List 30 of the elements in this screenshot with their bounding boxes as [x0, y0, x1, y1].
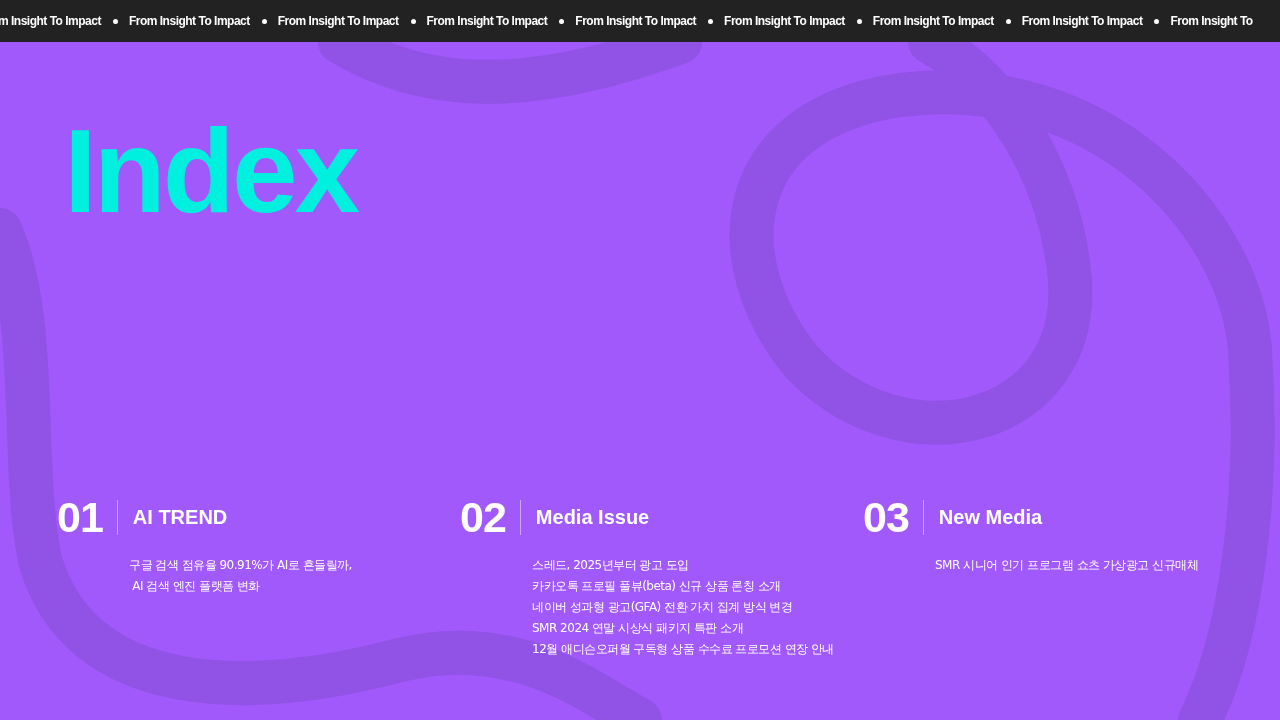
- separator-dot-icon: [112, 18, 118, 24]
- section-number: 03: [863, 495, 909, 539]
- section-number: 01: [57, 495, 103, 539]
- separator-dot-icon: [856, 18, 862, 24]
- ticker-text: From Insight To: [1170, 14, 1253, 28]
- separator-dot-icon: [1005, 18, 1011, 24]
- topic-item: SMR 시니어 인기 프로그램 쇼츠 가상광고 신규매체: [935, 557, 1200, 574]
- section-heading: Media Issue: [535, 505, 650, 529]
- page-title: Index: [64, 112, 358, 230]
- topic-item: SMR 2024 연말 시상식 패키지 특판 소개: [532, 620, 745, 637]
- separator-dot-icon: [559, 18, 565, 24]
- ticker-text: From Insight To Impact: [1021, 14, 1143, 28]
- ticker-text: From Insight To Impact: [426, 14, 548, 28]
- separator-dot-icon: [1154, 18, 1160, 24]
- ticker-text: From Insight To Impact: [724, 14, 845, 28]
- separator-dot-icon: [261, 18, 267, 24]
- separator-dot-icon: [708, 18, 714, 24]
- ticker-text: From Insight To Impact: [575, 14, 697, 28]
- topic-item: 카카오톡 프로필 풀뷰(beta) 신규 상품 론칭 소개: [532, 578, 782, 595]
- separator-dot-icon: [410, 18, 416, 24]
- topic-item: 12월 애디슨오퍼월 구독형 상품 수수료 프로모션 연장 안내: [532, 641, 835, 658]
- section-number: 02: [460, 495, 506, 539]
- topic-item: 구글 검색 점유율 90.91%가 AI로 흔들릴까, AI 검색 엔진 플랫폼 변화: [129, 557, 353, 595]
- section-heading: New Media: [938, 505, 1043, 529]
- section-heading: AI TREND: [132, 505, 228, 529]
- ticker-text: From Insight To Impact: [277, 14, 399, 28]
- topic-item: 스레드, 2025년부터 광고 도입: [532, 557, 690, 574]
- topic-item: 네이버 성과형 광고(GFA) 전환 가치 집계 방식 변경: [532, 599, 794, 616]
- ticker-text: From Insight To Impact: [872, 14, 994, 28]
- ticker-text: From Insight To Impact: [128, 14, 250, 28]
